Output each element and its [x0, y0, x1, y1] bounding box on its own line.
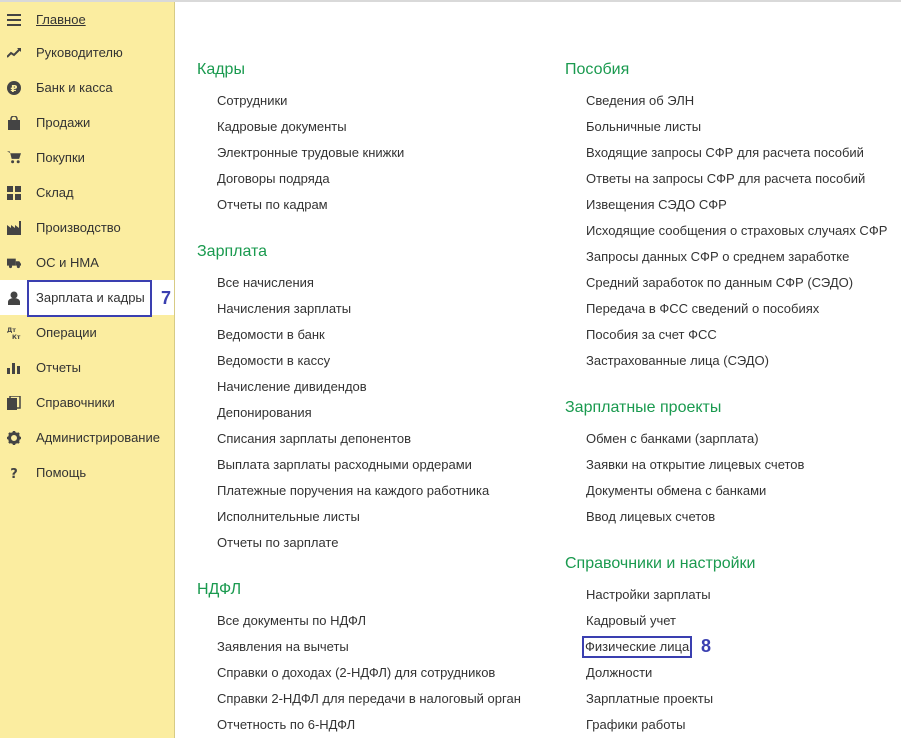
sidebar-item-label: Отчеты — [36, 360, 81, 375]
cart-icon — [7, 151, 21, 165]
sidebar-item-admin[interactable]: Администрирование — [0, 420, 174, 455]
link-salary-reports[interactable]: Отчеты по зарплате — [217, 535, 338, 550]
sidebar: Главное Руководителю ₽ Банк и касса Прод… — [0, 2, 175, 738]
link-income-certs-tax[interactable]: Справки 2-НДФЛ для передачи в налоговый … — [217, 691, 521, 706]
link-hr-documents[interactable]: Кадровые документы — [217, 119, 347, 134]
sidebar-item-label: Руководителю — [36, 45, 123, 60]
sidebar-item-main[interactable]: Главное — [0, 2, 174, 37]
link-insured-persons[interactable]: Застрахованные лица (СЭДО) — [586, 353, 769, 368]
gear-icon — [7, 430, 21, 445]
sidebar-item-label: Зарплата и кадры — [36, 290, 145, 305]
person-icon — [7, 291, 21, 305]
sidebar-item-label: Администрирование — [36, 430, 160, 445]
sidebar-item-label: Покупки — [36, 150, 85, 165]
grid-icon — [7, 185, 21, 200]
sidebar-item-help[interactable]: ? Помощь — [0, 455, 174, 490]
svg-text:?: ? — [10, 467, 18, 480]
section-title-zp-projects: Зарплатные проекты — [565, 399, 722, 416]
sidebar-item-label: Продажи — [36, 115, 91, 130]
link-outgoing-messages[interactable]: Исходящие сообщения о страховых случаях … — [586, 223, 887, 238]
link-avg-earnings-requests[interactable]: Запросы данных СФР о среднем заработке — [586, 249, 849, 264]
section-title-zarplata: Зарплата — [197, 243, 268, 260]
ruble-icon: ₽ — [7, 80, 21, 95]
step-marker-8: 8 — [701, 636, 712, 656]
sidebar-item-salary-hr[interactable]: Зарплата и кадры — [0, 280, 174, 317]
sidebar-item-operations[interactable]: Дт Кт Операции — [0, 315, 174, 350]
link-all-accruals[interactable]: Все начисления — [217, 275, 314, 290]
menu-icon — [7, 13, 21, 27]
question-icon: ? — [7, 466, 21, 480]
link-sick-leaves[interactable]: Больничные листы — [586, 119, 701, 134]
trend-icon — [7, 46, 21, 60]
link-work-schedules[interactable]: Графики работы — [586, 717, 685, 732]
link-positions[interactable]: Должности — [586, 665, 652, 680]
link-writs[interactable]: Исполнительные листы — [217, 509, 360, 524]
sidebar-item-bank[interactable]: ₽ Банк и касса — [0, 70, 174, 105]
link-payment-orders[interactable]: Платежные поручения на каждого работника — [217, 483, 489, 498]
link-cash-orders[interactable]: Выплата зарплаты расходными ордерами — [217, 457, 472, 472]
link-account-requests[interactable]: Заявки на открытие лицевых счетов — [586, 457, 804, 472]
sidebar-item-label: Склад — [36, 185, 74, 200]
link-avg-earnings-sedo[interactable]: Средний заработок по данным СФР (СЭДО) — [586, 275, 853, 290]
link-contracts[interactable]: Договоры подряда — [217, 171, 330, 186]
sidebar-item-manager[interactable]: Руководителю — [0, 35, 174, 70]
link-e-workbooks[interactable]: Электронные трудовые книжки — [217, 145, 404, 160]
link-deposits[interactable]: Депонирования — [217, 405, 312, 420]
svg-text:₽: ₽ — [11, 84, 18, 95]
link-fss-transfer[interactable]: Передача в ФСС сведений о пособиях — [586, 301, 819, 316]
truck-icon — [7, 256, 21, 270]
sidebar-item-label: Производство — [36, 220, 121, 235]
sidebar-item-production[interactable]: Производство — [0, 210, 174, 245]
link-salary-settings[interactable]: Настройки зарплаты — [586, 587, 711, 602]
step-marker-7: 7 — [161, 288, 172, 308]
link-sedo-notices[interactable]: Извещения СЭДО СФР — [586, 197, 727, 212]
link-fss-benefits[interactable]: Пособия за счет ФСС — [586, 327, 717, 342]
sidebar-item-directories[interactable]: Справочники — [0, 385, 174, 420]
bag-icon — [7, 115, 21, 130]
bar-chart-icon — [7, 361, 21, 375]
svg-text:Дт: Дт — [7, 327, 16, 334]
link-income-certs-employees[interactable]: Справки о доходах (2-НДФЛ) для сотрудник… — [217, 665, 495, 680]
link-deposit-writeoffs[interactable]: Списания зарплаты депонентов — [217, 431, 411, 446]
sidebar-item-warehouse[interactable]: Склад — [0, 175, 174, 210]
link-6ndfl-reports[interactable]: Отчетность по 6-НДФЛ — [217, 717, 355, 732]
link-hr-accounting[interactable]: Кадровый учет — [586, 613, 676, 628]
link-deduction-requests[interactable]: Заявления на вычеты — [217, 639, 349, 654]
sidebar-item-label: Помощь — [36, 465, 87, 480]
book-icon — [7, 395, 21, 410]
svg-text:Кт: Кт — [12, 334, 21, 340]
link-cash-statements[interactable]: Ведомости в кассу — [217, 353, 330, 368]
sidebar-item-label: ОС и НМА — [36, 255, 99, 270]
link-sfr-answers[interactable]: Ответы на запросы СФР для расчета пособи… — [586, 171, 865, 186]
factory-icon — [7, 220, 21, 235]
sidebar-item-label: Банк и касса — [36, 80, 113, 95]
link-incoming-sfr-requests[interactable]: Входящие запросы СФР для расчета пособий — [586, 145, 864, 160]
sidebar-item-fixed-assets[interactable]: ОС и НМА — [0, 245, 174, 280]
section-title-posobiya: Пособия — [565, 61, 630, 78]
sidebar-item-label: Справочники — [36, 395, 115, 410]
dt-kt-icon: Дт Кт — [7, 326, 21, 340]
link-salary-accruals[interactable]: Начисления зарплаты — [217, 301, 351, 316]
link-bank-exchange[interactable]: Обмен с банками (зарплата) — [586, 431, 759, 446]
sidebar-item-sales[interactable]: Продажи — [0, 105, 174, 140]
sidebar-item-purchases[interactable]: Покупки — [0, 140, 174, 175]
link-all-ndfl[interactable]: Все документы по НДФЛ — [217, 613, 366, 628]
link-hr-reports[interactable]: Отчеты по кадрам — [217, 197, 328, 212]
link-dividends[interactable]: Начисление дивидендов — [217, 379, 367, 394]
sidebar-item-label: Главное — [36, 12, 86, 27]
link-employees[interactable]: Сотрудники — [217, 93, 287, 108]
section-title-ndfl: НДФЛ — [197, 581, 242, 598]
link-account-input[interactable]: Ввод лицевых счетов — [586, 509, 715, 524]
link-salary-projects[interactable]: Зарплатные проекты — [586, 691, 713, 706]
link-exchange-docs[interactable]: Документы обмена с банками — [586, 483, 766, 498]
section-title-kadry: Кадры — [197, 61, 245, 78]
link-eln[interactable]: Сведения об ЭЛН — [586, 93, 694, 108]
sidebar-item-label: Операции — [36, 325, 97, 340]
link-individuals[interactable]: Физические лица — [582, 636, 693, 658]
link-bank-statements[interactable]: Ведомости в банк — [217, 327, 325, 342]
section-title-settings: Справочники и настройки — [565, 555, 756, 572]
sidebar-item-reports[interactable]: Отчеты — [0, 350, 174, 385]
